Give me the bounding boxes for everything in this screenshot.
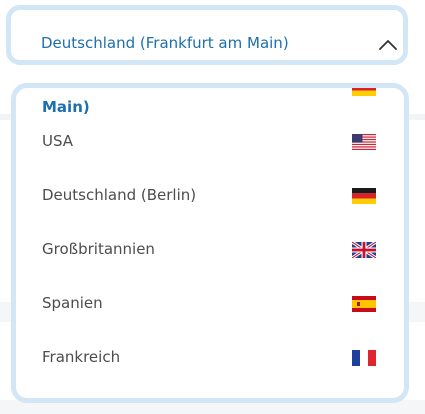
option-label: Spanien bbox=[42, 294, 103, 312]
selected-location: Deutschland (Frankfurt am Main) bbox=[41, 34, 289, 52]
germany-flag-icon bbox=[352, 188, 376, 204]
option-usa[interactable]: USA bbox=[16, 114, 404, 168]
location-select-inner: Deutschland (Frankfurt am Main) bbox=[11, 10, 403, 60]
germany-flag-icon bbox=[352, 88, 376, 96]
option-berlin[interactable]: Deutschland (Berlin) bbox=[16, 168, 404, 222]
option-label: Frankreich bbox=[42, 348, 121, 366]
option-label: Deutschland (Berlin) bbox=[42, 186, 197, 204]
option-spain[interactable]: Spanien bbox=[16, 276, 404, 330]
location-select[interactable]: Deutschland (Frankfurt am Main) bbox=[6, 5, 408, 65]
option-great-britain[interactable]: Großbritannien bbox=[16, 222, 404, 276]
option-label: USA bbox=[42, 132, 74, 150]
spain-flag-icon bbox=[352, 296, 376, 312]
location-dropdown[interactable]: Main) USA Deutschland (Berlin) Großbrita… bbox=[11, 83, 409, 403]
chevron-up-icon[interactable] bbox=[378, 38, 398, 50]
usa-flag-icon bbox=[352, 134, 376, 150]
france-flag-icon bbox=[352, 350, 376, 366]
option-label: Großbritannien bbox=[42, 240, 155, 258]
uk-flag-icon bbox=[352, 242, 376, 258]
dropdown-scroll-area[interactable]: Main) USA Deutschland (Berlin) Großbrita… bbox=[16, 88, 404, 398]
option-france[interactable]: Frankreich bbox=[16, 330, 404, 384]
location-picker: Deutschland (Frankfurt am Main) Main) US… bbox=[0, 0, 425, 414]
